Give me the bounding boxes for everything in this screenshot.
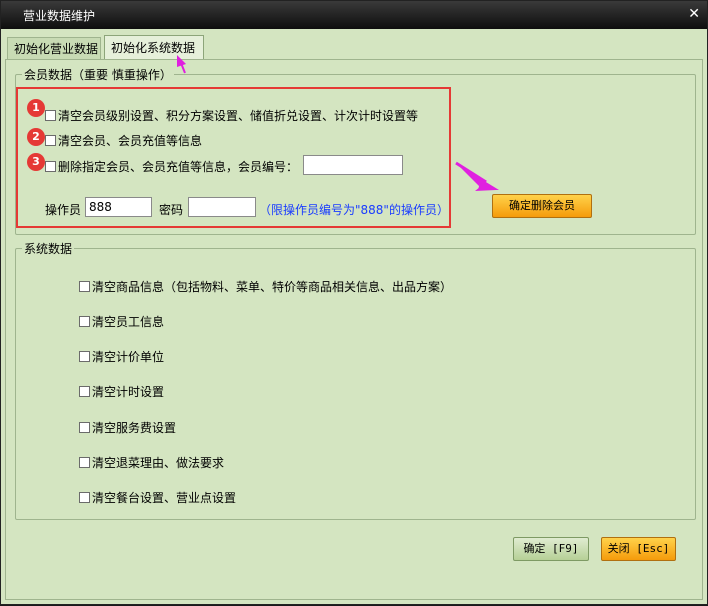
system-option-2-checkbox[interactable]: [79, 316, 90, 327]
member-option-2[interactable]: 清空会员、会员充值等信息: [45, 132, 202, 149]
annotation-badge-3: 3: [27, 153, 45, 171]
system-option-4[interactable]: 清空计时设置: [79, 383, 164, 400]
member-option-1-label: 清空会员级别设置、积分方案设置、储值折兑设置、计次计时设置等: [58, 109, 419, 123]
system-option-7-label: 清空餐台设置、营业点设置: [92, 491, 237, 505]
system-option-4-checkbox[interactable]: [79, 386, 90, 397]
system-option-1-checkbox[interactable]: [79, 281, 90, 292]
confirm-delete-member-button[interactable]: 确定删除会员: [492, 194, 592, 218]
close-icon[interactable]: ✕: [688, 6, 700, 22]
system-option-4-label: 清空计时设置: [92, 385, 165, 399]
member-option-1[interactable]: 清空会员级别设置、积分方案设置、储值折兑设置、计次计时设置等: [45, 107, 418, 124]
member-option-3[interactable]: 删除指定会员、会员充值等信息，会员编号：: [45, 158, 298, 175]
system-option-7-checkbox[interactable]: [79, 492, 90, 503]
system-option-1-label: 清空商品信息（包括物料、菜单、特价等商品相关信息、出品方案）: [92, 280, 453, 294]
system-option-2-label: 清空员工信息: [92, 315, 165, 329]
system-option-3-checkbox[interactable]: [79, 351, 90, 362]
maintenance-dialog: 营业数据维护 ✕ 初始化营业数据 初始化系统数据 会员数据（重要 慎重操作） 1…: [0, 0, 708, 605]
tab-init-system-data[interactable]: 初始化系统数据: [104, 35, 204, 59]
system-option-2[interactable]: 清空员工信息: [79, 313, 164, 330]
member-option-2-checkbox[interactable]: [45, 135, 56, 146]
close-button[interactable]: 关闭 [Esc]: [601, 537, 676, 561]
system-option-1[interactable]: 清空商品信息（包括物料、菜单、特价等商品相关信息、出品方案）: [79, 278, 452, 295]
system-option-6-label: 清空退菜理由、做法要求: [92, 456, 225, 470]
title-bar[interactable]: 营业数据维护 ✕: [1, 1, 707, 29]
member-option-3-checkbox[interactable]: [45, 161, 56, 172]
tab-init-business-data[interactable]: 初始化营业数据: [7, 37, 101, 59]
operator-hint: （限操作员编号为"888"的操作员）: [259, 203, 449, 217]
member-option-1-checkbox[interactable]: [45, 110, 56, 121]
ok-button[interactable]: 确定 [F9]: [513, 537, 589, 561]
member-group-legend: 会员数据（重要 慎重操作）: [22, 66, 174, 83]
system-option-5[interactable]: 清空服务费设置: [79, 419, 176, 436]
password-input[interactable]: [188, 197, 256, 217]
password-label: 密码: [159, 203, 184, 217]
window-title: 营业数据维护: [23, 9, 96, 23]
system-option-5-checkbox[interactable]: [79, 422, 90, 433]
system-option-5-label: 清空服务费设置: [92, 421, 177, 435]
member-option-3-label: 删除指定会员、会员充值等信息，会员编号：: [58, 160, 299, 174]
system-option-6[interactable]: 清空退菜理由、做法要求: [79, 454, 224, 471]
system-option-7[interactable]: 清空餐台设置、营业点设置: [79, 489, 236, 506]
member-option-2-label: 清空会员、会员充值等信息: [58, 134, 203, 148]
annotation-badge-2: 2: [27, 128, 45, 146]
operator-input[interactable]: 888: [85, 197, 152, 217]
system-option-6-checkbox[interactable]: [79, 457, 90, 468]
system-group-legend: 系统数据: [22, 240, 75, 257]
member-no-input[interactable]: [303, 155, 403, 175]
annotation-badge-1: 1: [27, 99, 45, 117]
system-option-3[interactable]: 清空计价单位: [79, 348, 164, 365]
system-option-3-label: 清空计价单位: [92, 350, 165, 364]
operator-label: 操作员: [45, 203, 82, 217]
